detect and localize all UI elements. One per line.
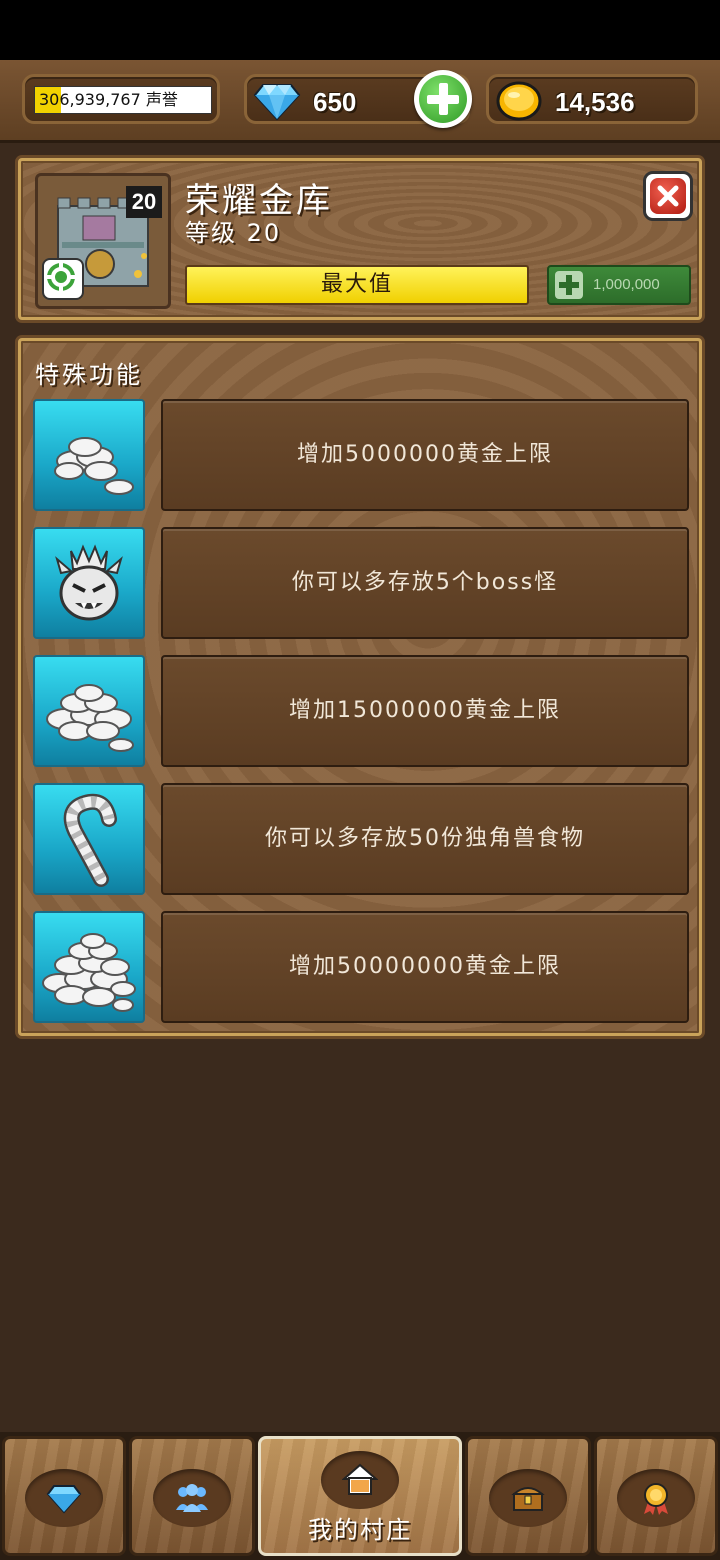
building-level: 等级 20 [185, 219, 282, 247]
level-badge: 20 [126, 186, 162, 218]
reputation-text: 306,939,767 声誉 [35, 87, 211, 113]
reputation-bar: 306,939,767 声誉 [34, 86, 212, 114]
feature-icon-tile [33, 911, 145, 1023]
plus-icon [419, 75, 467, 123]
nav-treasure-button[interactable] [465, 1436, 591, 1556]
reputation-display[interactable]: 306,939,767 声誉 [22, 74, 220, 124]
status-bar [0, 0, 720, 60]
feature-row: 增加50000000黄金上限 [33, 911, 691, 1023]
reputation-label: 声誉 [145, 90, 178, 109]
resource-bar: 306,939,767 声誉 650 14,536 [0, 60, 720, 143]
gold-count: 14,536 [555, 87, 635, 117]
feature-description: 增加50000000黄金上限 [161, 911, 689, 1023]
coins-small-icon [54, 437, 134, 495]
buy-gems-button[interactable] [414, 70, 472, 128]
home-icon [342, 1463, 378, 1495]
feature-row: 你可以多存放50份独角兽食物 [33, 783, 691, 895]
special-features-panel: 特殊功能 增加5000000黄金上限 你可以多存放5个boss怪 增加15000… [18, 338, 702, 1036]
nav-achievements-button[interactable] [594, 1436, 718, 1556]
gem-count: 650 [313, 87, 357, 117]
upgrade-cost: 1,000,000 [593, 276, 660, 293]
nav-icon-disc [153, 1469, 231, 1527]
medal-icon [644, 1483, 668, 1515]
nav-shop-button[interactable] [2, 1436, 126, 1556]
feature-row: 增加15000000黄金上限 [33, 655, 691, 767]
settings-gear-button[interactable] [42, 258, 84, 300]
features-title: 特殊功能 [35, 361, 143, 389]
close-button[interactable] [643, 171, 693, 221]
feature-icon-tile [33, 527, 145, 639]
nav-my-village-label: 我的村庄 [308, 1516, 412, 1544]
feature-icon-tile [33, 399, 145, 511]
feature-row: 增加5000000黄金上限 [33, 399, 691, 511]
level-progress-bar: 最大值 [185, 265, 529, 305]
nav-icon-disc [25, 1469, 103, 1527]
nav-icon-disc [489, 1469, 567, 1527]
diamond-icon [46, 1485, 82, 1514]
feature-icon-tile [33, 783, 145, 895]
candy-cane-icon [63, 793, 117, 887]
bottom-navigation: 我的村庄 [0, 1432, 720, 1560]
treasure-chest-icon [511, 1487, 545, 1511]
gold-display[interactable]: 14,536 [486, 74, 698, 124]
friends-icon [176, 1484, 208, 1512]
feature-description: 增加5000000黄金上限 [161, 399, 689, 511]
gear-icon [47, 263, 75, 291]
nav-icon-disc [617, 1469, 695, 1527]
coins-large-icon [42, 933, 136, 1012]
upgrade-button[interactable]: 1,000,000 [547, 265, 691, 305]
gold-coin-icon [496, 81, 542, 121]
reputation-value: 306,939,767 [39, 90, 141, 109]
feature-row: 你可以多存放5个boss怪 [33, 527, 691, 639]
coins-medium-icon [46, 684, 134, 752]
building-header-panel: 20 荣耀金库 等级 20 最大值 1,000,000 [18, 158, 702, 320]
nav-my-village-button[interactable]: 我的村庄 [258, 1436, 462, 1556]
nav-friends-button[interactable] [129, 1436, 255, 1556]
feature-description: 增加15000000黄金上限 [161, 655, 689, 767]
feature-icon-tile [33, 655, 145, 767]
feature-description: 你可以多存放5个boss怪 [161, 527, 689, 639]
nav-icon-disc [321, 1451, 399, 1509]
close-icon [650, 178, 686, 214]
feature-description: 你可以多存放50份独角兽食物 [161, 783, 689, 895]
boss-monster-icon [55, 544, 123, 621]
diamond-icon [253, 84, 301, 121]
plus-icon [555, 271, 583, 299]
building-thumbnail: 20 [35, 173, 171, 309]
